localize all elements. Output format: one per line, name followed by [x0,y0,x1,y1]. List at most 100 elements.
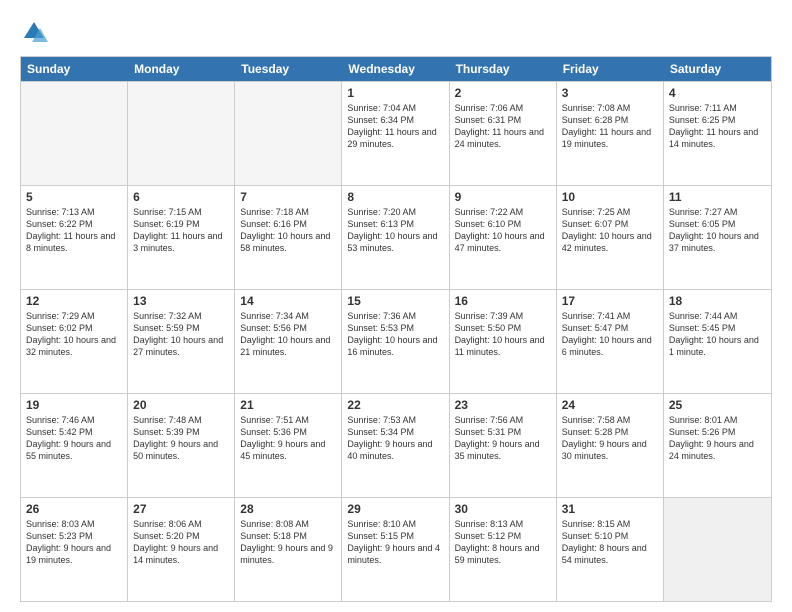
calendar-body: 1 Sunrise: 7:04 AM Sunset: 6:34 PM Daylig… [21,81,771,601]
cell-sun-info: Sunrise: 7:22 AM Sunset: 6:10 PM Dayligh… [455,206,551,255]
weekday-header: Sunday [21,57,128,81]
calendar-cell: 3Sunrise: 7:08 AM Sunset: 6:28 PM Daylig… [557,82,664,185]
cell-sun-info: Sunrise: 8:01 AM Sunset: 5:26 PM Dayligh… [669,414,766,463]
day-number: 19 [26,398,122,412]
calendar-cell: 23 Sunrise: 7:56 AM Sunset: 5:31 PM Dayli… [450,394,557,497]
cell-sun-info: Sunrise: 7:20 AM Sunset: 6:13 PM Dayligh… [347,206,443,255]
weekday-header: Monday [128,57,235,81]
cell-sun-info: Sunrise: 7:27 AM Sunset: 6:05 PM Dayligh… [669,206,766,255]
calendar-cell: 17 Sunrise: 7:41 AM Sunset: 5:47 PM Dayli… [557,290,664,393]
day-number: 24 [562,398,658,412]
calendar-cell: 22 Sunrise: 7:53 AM Sunset: 5:34 PM Dayli… [342,394,449,497]
day-number: 4 [669,86,766,100]
calendar-cell: 21 Sunrise: 7:51 AM Sunset: 5:36 PM Dayli… [235,394,342,497]
logo [20,18,52,46]
calendar-cell: 8 Sunrise: 7:20 AM Sunset: 6:13 PM Daylig… [342,186,449,289]
weekday-header: Friday [557,57,664,81]
day-number: 1 [347,86,443,100]
weekday-header: Thursday [450,57,557,81]
day-number: 15 [347,294,443,308]
cell-sun-info: Sunrise: 7:56 AM Sunset: 5:31 PM Dayligh… [455,414,551,463]
calendar-cell: 7 Sunrise: 7:18 AM Sunset: 6:16 PM Daylig… [235,186,342,289]
day-number: 18 [669,294,766,308]
cell-sun-info: Sunrise: 7:44 AM Sunset: 5:45 PM Dayligh… [669,310,766,359]
cell-sun-info: Sunrise: 7:06 AM Sunset: 6:31 PM Dayligh… [455,102,551,151]
cell-sun-info: Sunrise: 8:10 AM Sunset: 5:15 PM Dayligh… [347,518,443,567]
cell-sun-info: Sunrise: 7:18 AM Sunset: 6:16 PM Dayligh… [240,206,336,255]
calendar-cell: 15Sunrise: 7:36 AM Sunset: 5:53 PM Dayli… [342,290,449,393]
header [20,18,772,46]
cell-sun-info: Sunrise: 7:51 AM Sunset: 5:36 PM Dayligh… [240,414,336,463]
calendar-cell: 2 Sunrise: 7:06 AM Sunset: 6:31 PM Daylig… [450,82,557,185]
day-number: 16 [455,294,551,308]
day-number: 22 [347,398,443,412]
calendar-cell: 14 Sunrise: 7:34 AM Sunset: 5:56 PM Dayli… [235,290,342,393]
cell-sun-info: Sunrise: 7:58 AM Sunset: 5:28 PM Dayligh… [562,414,658,463]
day-number: 28 [240,502,336,516]
calendar-cell: 13 Sunrise: 7:32 AM Sunset: 5:59 PM Dayli… [128,290,235,393]
cell-sun-info: Sunrise: 7:41 AM Sunset: 5:47 PM Dayligh… [562,310,658,359]
day-number: 3 [562,86,658,100]
cell-sun-info: Sunrise: 7:29 AM Sunset: 6:02 PM Dayligh… [26,310,122,359]
day-number: 7 [240,190,336,204]
day-number: 23 [455,398,551,412]
cell-sun-info: Sunrise: 7:15 AM Sunset: 6:19 PM Dayligh… [133,206,229,255]
calendar-cell: 29 Sunrise: 8:10 AM Sunset: 5:15 PM Dayli… [342,498,449,601]
calendar-cell: 24 Sunrise: 7:58 AM Sunset: 5:28 PM Dayli… [557,394,664,497]
day-number: 2 [455,86,551,100]
calendar-cell: 20 Sunrise: 7:48 AM Sunset: 5:39 PM Dayli… [128,394,235,497]
cell-sun-info: Sunrise: 8:06 AM Sunset: 5:20 PM Dayligh… [133,518,229,567]
day-number: 13 [133,294,229,308]
calendar-header: SundayMondayTuesdayWednesdayThursdayFrid… [21,57,771,81]
cell-sun-info: Sunrise: 8:15 AM Sunset: 5:10 PM Dayligh… [562,518,658,567]
cell-sun-info: Sunrise: 7:46 AM Sunset: 5:42 PM Dayligh… [26,414,122,463]
cell-sun-info: Sunrise: 7:34 AM Sunset: 5:56 PM Dayligh… [240,310,336,359]
cell-sun-info: Sunrise: 7:53 AM Sunset: 5:34 PM Dayligh… [347,414,443,463]
day-number: 26 [26,502,122,516]
calendar-cell: 18 Sunrise: 7:44 AM Sunset: 5:45 PM Dayli… [664,290,771,393]
calendar-cell: 9Sunrise: 7:22 AM Sunset: 6:10 PM Daylig… [450,186,557,289]
cell-sun-info: Sunrise: 7:48 AM Sunset: 5:39 PM Dayligh… [133,414,229,463]
calendar-cell: 5Sunrise: 7:13 AM Sunset: 6:22 PM Daylig… [21,186,128,289]
weekday-header: Wednesday [342,57,449,81]
calendar-row: 5Sunrise: 7:13 AM Sunset: 6:22 PM Daylig… [21,185,771,289]
weekday-header: Tuesday [235,57,342,81]
day-number: 29 [347,502,443,516]
logo-icon [20,18,48,46]
calendar: SundayMondayTuesdayWednesdayThursdayFrid… [20,56,772,602]
day-number: 10 [562,190,658,204]
calendar-cell: 31 Sunrise: 8:15 AM Sunset: 5:10 PM Dayli… [557,498,664,601]
calendar-cell [664,498,771,601]
calendar-cell [128,82,235,185]
day-number: 20 [133,398,229,412]
day-number: 31 [562,502,658,516]
calendar-cell [235,82,342,185]
calendar-row: 26Sunrise: 8:03 AM Sunset: 5:23 PM Dayli… [21,497,771,601]
calendar-cell: 11Sunrise: 7:27 AM Sunset: 6:05 PM Dayli… [664,186,771,289]
calendar-row: 19 Sunrise: 7:46 AM Sunset: 5:42 PM Dayli… [21,393,771,497]
calendar-cell: 6 Sunrise: 7:15 AM Sunset: 6:19 PM Daylig… [128,186,235,289]
calendar-cell: 25Sunrise: 8:01 AM Sunset: 5:26 PM Dayli… [664,394,771,497]
page: SundayMondayTuesdayWednesdayThursdayFrid… [0,0,792,612]
day-number: 8 [347,190,443,204]
day-number: 27 [133,502,229,516]
cell-sun-info: Sunrise: 7:39 AM Sunset: 5:50 PM Dayligh… [455,310,551,359]
day-number: 21 [240,398,336,412]
cell-sun-info: Sunrise: 8:13 AM Sunset: 5:12 PM Dayligh… [455,518,551,567]
cell-sun-info: Sunrise: 7:04 AM Sunset: 6:34 PM Dayligh… [347,102,443,151]
calendar-cell: 10 Sunrise: 7:25 AM Sunset: 6:07 PM Dayli… [557,186,664,289]
day-number: 14 [240,294,336,308]
calendar-row: 1 Sunrise: 7:04 AM Sunset: 6:34 PM Daylig… [21,81,771,185]
cell-sun-info: Sunrise: 7:32 AM Sunset: 5:59 PM Dayligh… [133,310,229,359]
calendar-cell: 19 Sunrise: 7:46 AM Sunset: 5:42 PM Dayli… [21,394,128,497]
calendar-cell: 28Sunrise: 8:08 AM Sunset: 5:18 PM Dayli… [235,498,342,601]
calendar-cell: 1 Sunrise: 7:04 AM Sunset: 6:34 PM Daylig… [342,82,449,185]
calendar-cell: 16 Sunrise: 7:39 AM Sunset: 5:50 PM Dayli… [450,290,557,393]
calendar-row: 12Sunrise: 7:29 AM Sunset: 6:02 PM Dayli… [21,289,771,393]
weekday-header: Saturday [664,57,771,81]
cell-sun-info: Sunrise: 7:11 AM Sunset: 6:25 PM Dayligh… [669,102,766,151]
cell-sun-info: Sunrise: 7:25 AM Sunset: 6:07 PM Dayligh… [562,206,658,255]
day-number: 6 [133,190,229,204]
calendar-cell: 4 Sunrise: 7:11 AM Sunset: 6:25 PM Daylig… [664,82,771,185]
day-number: 17 [562,294,658,308]
